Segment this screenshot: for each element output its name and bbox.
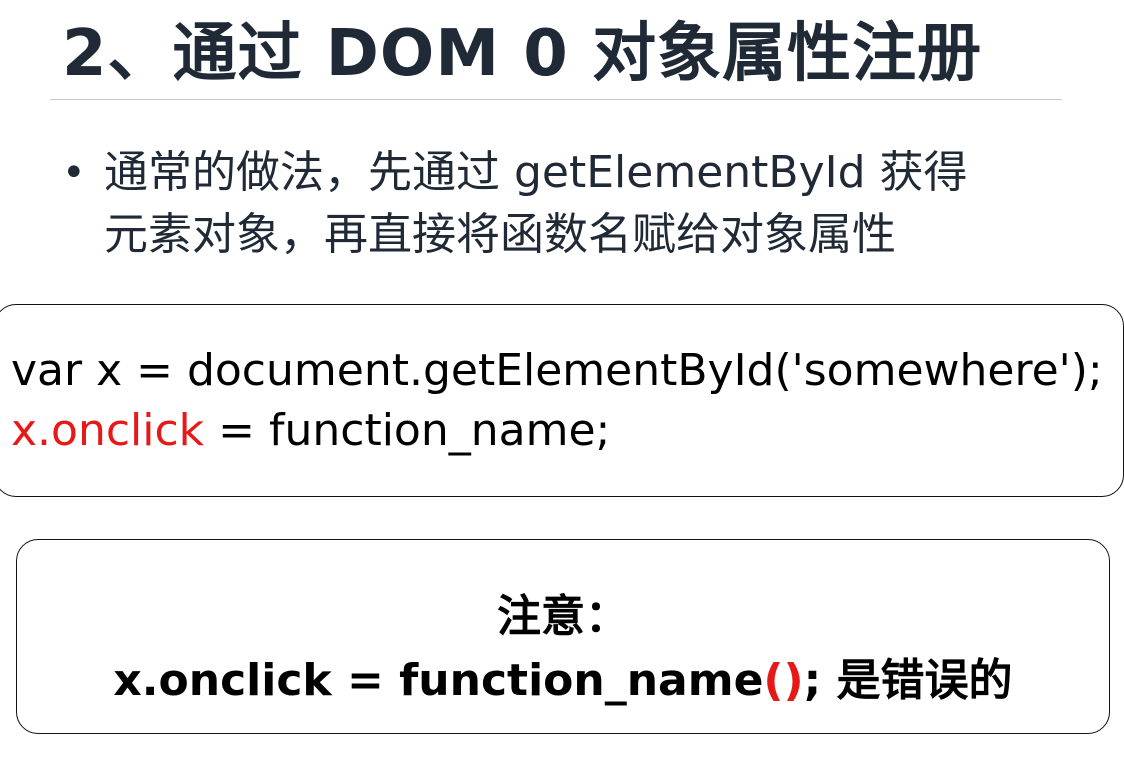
code-line-2: x.onclick = function_name; [11,405,610,456]
title-divider [50,99,1062,100]
note-body-start: x.onclick = function_name [113,655,764,706]
code-example-box: var x = document.getElementById('somewhe… [0,304,1124,497]
code-onclick-highlight: x.onclick [11,405,205,456]
note-box: 注意： x.onclick = function_name(); 是错误的 [16,539,1110,734]
bullet-text: 通常的做法，先通过 getElementById 获得 元素对象，再直接将函数名… [104,142,1062,266]
bullet-line-1: 通常的做法，先通过 getElementById 获得 [104,147,968,198]
note-body-end: ; 是错误的 [803,655,1013,706]
bullet-dot-icon: • [62,150,86,196]
bullet-line-2: 元素对象，再直接将函数名赋给对象属性 [104,209,896,260]
code-line-2-rest: = function_name; [204,405,611,456]
code-line-1: var x = document.getElementById('somewhe… [11,345,1103,396]
bullet-item: • 通常的做法，先通过 getElementById 获得 元素对象，再直接将函… [62,142,1062,266]
note-parens-highlight: () [763,655,804,706]
note-body: x.onclick = function_name(); 是错误的 [17,644,1109,708]
note-title: 注意： [497,591,629,642]
slide-title: 2、通过 DOM 0 对象属性注册 [62,17,983,91]
